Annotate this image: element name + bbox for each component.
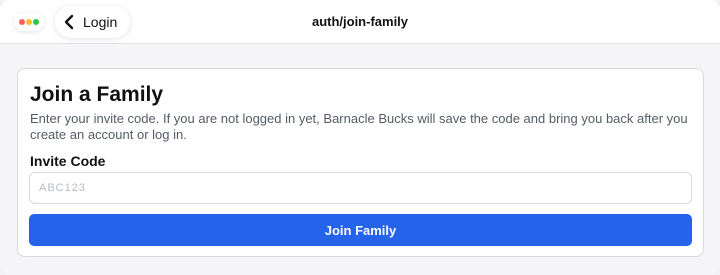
chevron-left-icon	[63, 14, 75, 30]
join-family-button[interactable]: Join Family	[29, 214, 692, 246]
window-controls[interactable]	[14, 13, 44, 31]
join-family-card: Join a Family Enter your invite code. If…	[17, 68, 704, 257]
yellow-dot-icon[interactable]	[26, 19, 32, 25]
back-button[interactable]: Login	[55, 6, 131, 38]
invite-code-input[interactable]	[29, 172, 692, 204]
back-button-label: Login	[83, 14, 118, 30]
card-title: Join a Family	[30, 83, 164, 106]
app-window: Login auth/join-family Join a Family Ent…	[0, 0, 720, 275]
top-bar: Login auth/join-family	[0, 0, 720, 44]
card-description: Enter your invite code. If you are not l…	[30, 111, 688, 142]
invite-code-label: Invite Code	[30, 153, 106, 169]
green-dot-icon[interactable]	[33, 19, 39, 25]
red-dot-icon[interactable]	[19, 19, 25, 25]
